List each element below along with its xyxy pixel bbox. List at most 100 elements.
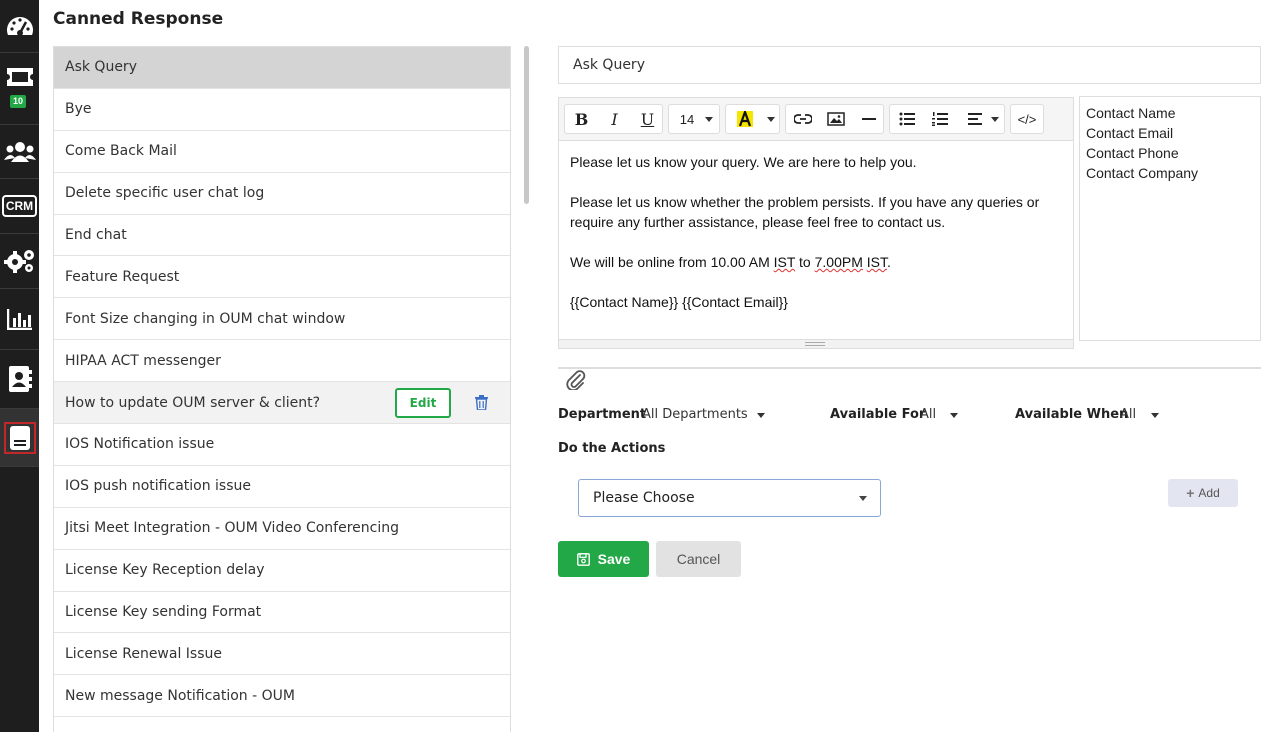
list-item[interactable]: IOS Notification issue: [54, 424, 510, 466]
highlight-color-dropdown[interactable]: [725, 104, 780, 134]
editor-paragraph: We will be online from 10.00 AM IST to 7…: [570, 252, 1062, 272]
floppy-disk-icon: [576, 552, 590, 566]
add-action-button[interactable]: + Add: [1168, 479, 1238, 507]
placeholder-item[interactable]: Contact Company: [1086, 163, 1254, 183]
department-dropdown[interactable]: All Departments: [642, 407, 748, 422]
actions-label: Do the Actions: [558, 441, 666, 456]
bar-chart-icon: [6, 309, 32, 330]
chevron-down-icon: [705, 117, 713, 122]
text-run: to: [795, 254, 815, 270]
edit-button[interactable]: Edit: [395, 388, 451, 419]
page-title: Canned Response: [53, 9, 224, 29]
list-item-label: License Key sending Format: [65, 604, 262, 621]
spellcheck-word: 7.00PM: [814, 254, 863, 270]
list-item-label: Feature Request: [65, 268, 180, 285]
spellcheck-word: IST: [773, 254, 796, 270]
code-view-icon[interactable]: </>: [1011, 105, 1043, 133]
placeholder-item[interactable]: Contact Phone: [1086, 143, 1254, 163]
chevron-down-icon: [859, 496, 867, 501]
underline-icon[interactable]: U: [631, 105, 664, 133]
list-item[interactable]: How to update OUM server & client? Edit: [54, 382, 510, 425]
department-label: Department: [558, 407, 647, 422]
sidebar: 10 CRM: [0, 0, 39, 732]
list-item-label: Come Back Mail: [65, 143, 177, 160]
list-item-label: License Renewal Issue: [65, 645, 223, 662]
list-item-label: Ask Query: [65, 59, 137, 76]
chevron-down-icon: [991, 117, 999, 122]
text-run: .: [887, 254, 891, 270]
list-item[interactable]: License Key sending Format: [54, 592, 510, 634]
sidebar-item-dashboard[interactable]: [0, 0, 39, 53]
canned-response-list: Ask Query Bye Come Back Mail Delete spec…: [53, 46, 511, 732]
action-select-value: Please Choose: [593, 490, 695, 506]
image-icon[interactable]: [819, 105, 852, 133]
list-item-label: New message Notification - OUM: [65, 687, 295, 704]
paperclip-icon[interactable]: [566, 370, 586, 390]
action-select[interactable]: Please Choose: [578, 479, 881, 517]
sidebar-item-contacts[interactable]: [0, 350, 39, 409]
align-icon[interactable]: [960, 105, 990, 133]
list-item-label: IOS Notification issue: [65, 436, 215, 453]
bold-icon[interactable]: B: [565, 105, 598, 133]
sidebar-item-users[interactable]: [0, 125, 39, 179]
placeholder-item[interactable]: Contact Name: [1086, 103, 1254, 123]
editor-paragraph: Please let us know whether the problem p…: [570, 194, 1040, 230]
bullet-list-icon[interactable]: [890, 105, 923, 133]
chevron-down-icon: [757, 413, 765, 418]
list-item[interactable]: License Key Reception delay: [54, 550, 510, 592]
list-item-label: Font Size changing in OUM chat window: [65, 310, 346, 327]
save-label: Save: [597, 551, 631, 567]
editor-content[interactable]: Please let us know your query. We are he…: [559, 141, 1073, 323]
format-group: B I U: [564, 104, 663, 134]
response-title-input[interactable]: Ask Query: [558, 46, 1261, 84]
list-item-label: HIPAA ACT messenger: [65, 352, 221, 369]
available-for-dropdown[interactable]: All: [920, 407, 936, 422]
sidebar-item-reports[interactable]: [0, 289, 39, 350]
list-item[interactable]: Bye: [54, 89, 510, 131]
divider: [558, 367, 1261, 369]
cancel-button[interactable]: Cancel: [656, 541, 741, 577]
placeholder-item[interactable]: Contact Email: [1086, 123, 1254, 143]
available-when-dropdown[interactable]: All: [1120, 407, 1136, 422]
ticket-icon: [6, 68, 33, 86]
list-scrollbar[interactable]: [524, 46, 529, 204]
numbered-list-icon[interactable]: [923, 105, 956, 133]
list-item[interactable]: Feature Request: [54, 256, 510, 299]
available-for-label: Available For: [830, 407, 926, 422]
save-button[interactable]: Save: [558, 541, 649, 577]
editor-toolbar: B I U 14 </>: [559, 98, 1073, 141]
spellcheck-word: IST: [866, 254, 887, 270]
sidebar-item-tickets[interactable]: 10: [0, 53, 39, 125]
sidebar-item-canned-responses[interactable]: [0, 409, 39, 467]
list-item[interactable]: Jitsi Meet Integration - OUM Video Confe…: [54, 508, 510, 550]
placeholder-list: Contact Name Contact Email Contact Phone…: [1079, 96, 1261, 341]
link-icon[interactable]: [786, 105, 819, 133]
chevron-down-icon: [1151, 413, 1159, 418]
sidebar-item-crm[interactable]: CRM: [0, 179, 39, 234]
list-item[interactable]: HIPAA ACT messenger: [54, 340, 510, 383]
text-color-icon[interactable]: [730, 105, 760, 133]
horizontal-rule-icon[interactable]: [852, 105, 885, 133]
list-item[interactable]: Delete specific user chat log: [54, 173, 510, 215]
list-item[interactable]: End chat: [54, 215, 510, 257]
contact-book-icon: [8, 366, 32, 392]
sidebar-item-settings[interactable]: [0, 234, 39, 289]
resize-grip-icon: [805, 342, 825, 346]
trash-icon[interactable]: [475, 395, 488, 411]
list-item[interactable]: IOS push notification issue: [54, 466, 510, 508]
list-item-label: Delete specific user chat log: [65, 185, 265, 202]
list-item[interactable]: Font Size changing in OUM chat window: [54, 298, 510, 341]
list-item[interactable]: Come Back Mail: [54, 131, 510, 173]
available-when-label: Available When: [1015, 407, 1129, 422]
editor-paragraph: {{Contact Name}} {{Contact Email}}: [570, 294, 788, 310]
italic-icon[interactable]: I: [598, 105, 631, 133]
list-item[interactable]: Ask Query: [54, 47, 510, 89]
list-item[interactable]: License Renewal Issue: [54, 633, 510, 676]
rich-text-editor: B I U 14 </> Please let us know your que…: [558, 97, 1074, 349]
font-size-dropdown[interactable]: 14: [668, 104, 720, 134]
code-view-group: </>: [1010, 104, 1044, 134]
add-label: Add: [1198, 486, 1220, 500]
editor-resize-handle[interactable]: [559, 339, 1073, 348]
response-title-value: Ask Query: [573, 57, 645, 73]
list-item[interactable]: New message Notification - OUM: [54, 675, 510, 718]
